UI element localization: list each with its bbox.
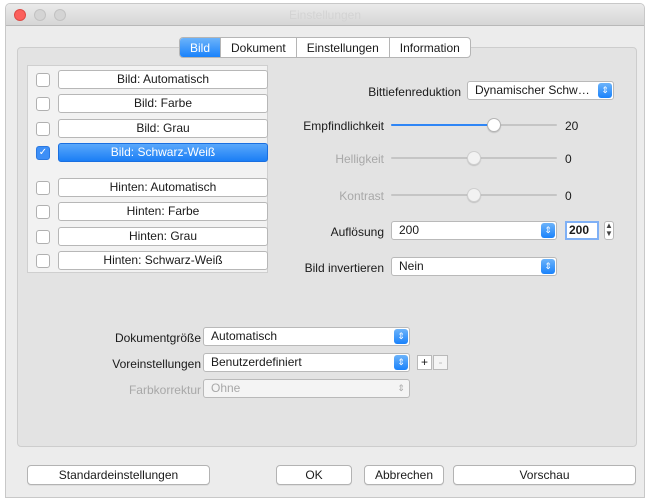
list-item: Hinten: Farbe <box>36 202 268 221</box>
tab-bar: Bild Dokument Einstellungen Information <box>179 37 471 58</box>
resolution-value: 200 <box>399 223 420 237</box>
checkmark-icon: ✓ <box>38 147 48 158</box>
image-type-button[interactable]: Bild: Automatisch <box>58 70 268 89</box>
sensitivity-slider[interactable] <box>391 117 557 133</box>
resolution-stepper-icon[interactable]: ▲ ▼ <box>604 221 614 240</box>
checkbox-bild-grau[interactable] <box>36 121 50 136</box>
list-item: Hinten: Automatisch <box>36 178 268 197</box>
add-preset-button[interactable]: + <box>417 355 432 370</box>
bit-depth-popup[interactable]: Dynamischer Schw… ⇕ <box>467 81 614 100</box>
image-type-button[interactable]: Hinten: Grau <box>58 227 268 246</box>
resolution-label: Auflösung <box>330 225 384 239</box>
document-size-label: Dokumentgröße <box>114 331 201 345</box>
brightness-label: Helligkeit <box>335 152 384 166</box>
tab-dokument[interactable]: Dokument <box>221 38 297 57</box>
resolution-field[interactable]: 200 <box>565 221 599 240</box>
checkbox-bild-automatisch[interactable] <box>36 72 50 87</box>
sensitivity-fill <box>391 124 494 126</box>
document-size-value: Automatisch <box>211 329 278 343</box>
tab-information[interactable]: Information <box>390 38 470 57</box>
contrast-label: Kontrast <box>339 189 384 203</box>
list-item: Bild: Farbe <box>36 94 268 113</box>
up-down-arrows-icon: ⇕ <box>397 383 405 393</box>
brightness-knob[interactable] <box>467 151 481 165</box>
color-correction-value: Ohne <box>211 381 241 395</box>
checkbox-hinten-grau[interactable] <box>36 229 50 244</box>
up-down-arrows-icon: ⇕ <box>394 329 408 344</box>
invert-value: Nein <box>399 259 424 273</box>
resolution-popup[interactable]: 200 ⇕ <box>391 221 557 240</box>
ok-button[interactable]: OK <box>276 465 352 485</box>
defaults-button[interactable]: Standardeinstellungen <box>27 465 210 485</box>
preview-button[interactable]: Vorschau <box>453 465 636 485</box>
remove-preset-button[interactable]: - <box>433 355 448 370</box>
up-down-arrows-icon: ⇕ <box>541 259 555 274</box>
sensitivity-label: Empfindlichkeit <box>303 119 384 133</box>
image-type-button[interactable]: Bild: Schwarz-Weiß <box>58 143 268 162</box>
presets-value: Benutzerdefiniert <box>211 355 302 369</box>
document-size-popup[interactable]: Automatisch ⇕ <box>203 327 410 346</box>
brightness-value: 0 <box>565 152 572 166</box>
bit-depth-label: Bittiefenreduktion <box>368 85 461 99</box>
sensitivity-value: 20 <box>565 119 579 133</box>
tab-einstellungen[interactable]: Einstellungen <box>297 38 390 57</box>
checkbox-hinten-schwarz-weiss[interactable] <box>36 253 50 268</box>
invert-label: Bild invertieren <box>304 261 384 275</box>
checkbox-bild-farbe[interactable] <box>36 96 50 111</box>
checkbox-hinten-farbe[interactable] <box>36 204 50 219</box>
list-item: Hinten: Schwarz-Weiß <box>36 251 268 270</box>
image-type-button[interactable]: Hinten: Farbe <box>58 202 268 221</box>
title-bar: Einstellungen <box>6 4 644 26</box>
presets-popup[interactable]: Benutzerdefiniert ⇕ <box>203 353 410 372</box>
checkbox-bild-schwarz-weiss[interactable]: ✓ <box>36 145 50 160</box>
tab-bild[interactable]: Bild <box>180 38 222 57</box>
list-item: ✓ Bild: Schwarz-Weiß <box>36 143 268 162</box>
window-title: Einstellungen <box>288 8 362 22</box>
invert-popup[interactable]: Nein ⇕ <box>391 257 557 276</box>
list-item: Hinten: Grau <box>36 227 268 246</box>
list-item: Bild: Grau <box>36 119 268 138</box>
sensitivity-knob[interactable] <box>487 118 501 132</box>
cancel-button[interactable]: Abbrechen <box>364 465 444 485</box>
color-correction-popup[interactable]: Ohne ⇕ <box>203 379 410 398</box>
bit-depth-value: Dynamischer Schw… <box>475 83 590 97</box>
up-down-arrows-icon: ⇕ <box>598 83 612 98</box>
list-item: Bild: Automatisch <box>36 70 268 89</box>
image-type-list: Bild: Automatisch Bild: Farbe Bild: Grau… <box>27 65 268 273</box>
up-down-arrows-icon: ⇕ <box>541 223 555 238</box>
contrast-value: 0 <box>565 189 572 203</box>
presets-label: Voreinstellungen <box>112 357 201 371</box>
contrast-knob[interactable] <box>467 188 481 202</box>
up-down-arrows-icon: ⇕ <box>394 355 408 370</box>
checkbox-hinten-automatisch[interactable] <box>36 180 50 195</box>
image-type-button[interactable]: Bild: Farbe <box>58 94 268 113</box>
image-type-button[interactable]: Hinten: Automatisch <box>58 178 268 197</box>
image-type-button[interactable]: Hinten: Schwarz-Weiß <box>58 251 268 270</box>
image-type-button[interactable]: Bild: Grau <box>58 119 268 138</box>
brightness-slider[interactable] <box>391 150 557 166</box>
contrast-slider[interactable] <box>391 187 557 203</box>
color-correction-label: Farbkorrektur <box>128 383 201 397</box>
